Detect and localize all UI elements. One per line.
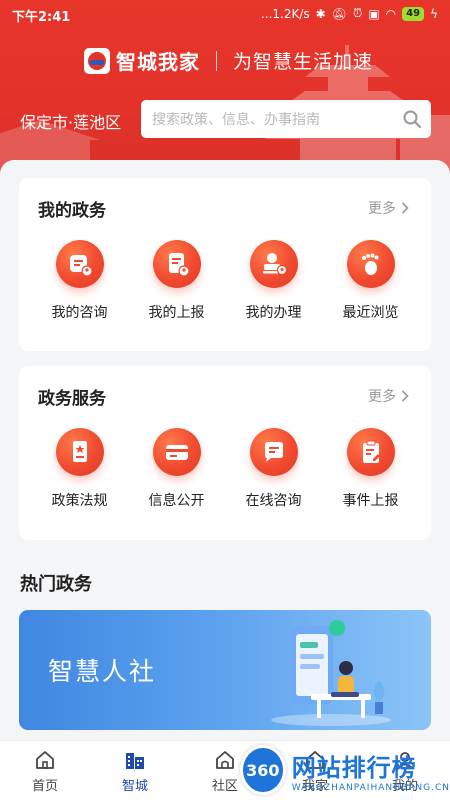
my-consult-item[interactable]: 我的咨询 [31,240,128,322]
event-report-item[interactable]: 事件上报 [322,428,419,510]
tab-label: 社区 [211,779,238,794]
tab-smart-city[interactable]: 智城 [90,741,180,800]
item-label: 政策法规 [51,493,108,509]
alarm-icon: ⏰︎ [352,6,363,20]
network-speed: ...1.2K/s [260,6,310,21]
city-selector[interactable]: 保定市·莲池区 [20,109,121,133]
home-icon [36,751,54,769]
app-slogan: 为智慧生活加速 [233,51,374,73]
gov-services-items: 政策法规 信息公开 在线咨询 事件上报 [31,428,419,510]
watermark-logo: 360 [240,745,286,795]
sim-icon: ▣ [368,6,380,21]
gov-services-more-link[interactable]: 更多 [368,386,409,406]
item-label: 我的办理 [245,305,302,321]
tab-label: 智城 [121,779,148,794]
my-affairs-title: 我的政务 [38,201,106,221]
chevron-right-icon [401,202,409,214]
gov-services-card: 政务服务 更多 政策法规 信息公开 在线咨询 事件上报 [19,366,431,540]
app-logo-icon [84,47,110,74]
wifi-icon: ◠ [385,6,397,21]
recent-browse-item[interactable]: 最近浏览 [322,240,419,322]
info-card-icon [152,428,201,476]
search-input[interactable]: 搜索政策、信息、办事指南 [152,109,393,129]
item-label: 最近浏览 [342,305,399,321]
clipboard-edit-icon [346,428,395,476]
consult-person-icon [55,240,104,288]
policy-item[interactable]: 政策法规 [31,428,128,510]
brand-divider [216,50,217,71]
more-label: 更多 [368,389,396,405]
footprint-icon [346,240,395,288]
online-consult-item[interactable]: 在线咨询 [225,428,322,510]
tab-label: 首页 [31,779,58,794]
hot-affairs-title: 热门政务 [20,574,92,595]
gov-services-title: 政务服务 [38,389,106,409]
status-time: 下午2:41 [12,10,71,25]
site-watermark: 360 网站排行榜 WANGZHANPAIHANGBANG.CN [240,740,450,800]
my-affairs-card: 我的政务 更多 我的咨询 我的上报 我的办理 最近浏览 [19,178,431,351]
my-report-item[interactable]: 我的上报 [128,240,225,322]
report-person-icon [152,240,201,288]
bluetooth-icon: ✱ [315,6,326,21]
policy-doc-icon [55,428,104,476]
charging-icon: ϟ [430,6,438,21]
item-label: 我的咨询 [51,305,108,321]
search-box[interactable]: 搜索政策、信息、办事指南 [141,100,431,138]
mute-icon: 🔕︎ [331,6,347,21]
item-label: 我的上报 [148,305,205,321]
my-affairs-items: 我的咨询 我的上报 我的办理 最近浏览 [31,240,419,322]
more-label: 更多 [368,201,396,217]
item-label: 在线咨询 [245,493,302,509]
smart-hr-banner[interactable]: 智慧人社 [19,610,431,730]
info-public-item[interactable]: 信息公开 [128,428,225,510]
my-handle-item[interactable]: 我的办理 [225,240,322,322]
person-with-phone-illustration-icon [271,620,391,726]
brand-bar: 智城我家 为智慧生活加速 [84,46,373,75]
search-icon[interactable] [393,100,431,138]
tab-home[interactable]: 首页 [0,741,90,800]
handle-stamp-icon [249,240,298,288]
status-bar: 下午2:41 ...1.2K/s ✱ 🔕︎ ⏰︎ ▣ ◠ 49 ϟ [0,0,450,30]
app-name: 智城我家 [116,50,200,74]
battery-level: 49 [402,6,425,21]
watermark-name: 网站排行榜 [291,753,417,782]
banner-title: 智慧人社 [48,657,157,686]
chat-bubble-icon [249,428,298,476]
my-affairs-more-link[interactable]: 更多 [368,198,409,218]
item-label: 信息公开 [148,493,205,509]
item-label: 事件上报 [342,493,399,509]
community-icon [216,751,234,769]
watermark-url: WANGZHANPAIHANGBANG.CN [291,782,450,793]
city-building-icon [126,753,144,769]
chevron-right-icon [401,390,409,402]
